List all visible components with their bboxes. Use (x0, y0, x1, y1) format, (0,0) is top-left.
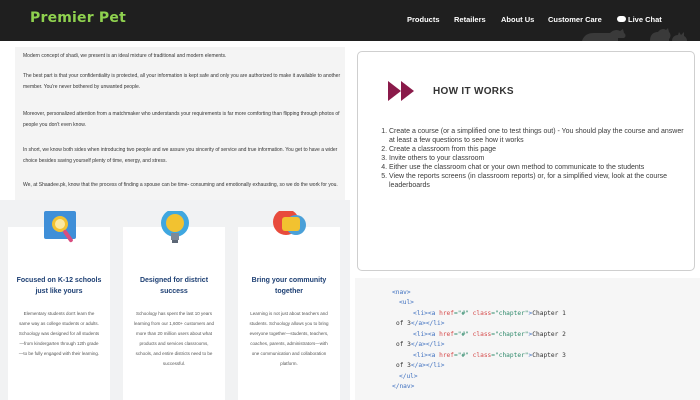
feature-title: Bring your community together (251, 277, 327, 295)
nav-products[interactable]: Products (407, 15, 440, 27)
feature-body: Learning is not just about teachers and … (249, 311, 329, 366)
code-line: <li><a href="#" class="chapter">Chapter … (413, 331, 566, 338)
article-paragraph: Moreover, personalized attention from a … (23, 111, 340, 128)
step-item: Create a course (or a simplified one to … (389, 127, 689, 145)
chat-icon (617, 16, 626, 23)
code-line: <li><a href="#" class="chapter">Chapter … (413, 310, 566, 317)
code-line: </nav> (392, 383, 415, 390)
pets-silhouette-icon (582, 28, 687, 41)
code-snippet: <nav> <ul> <li><a href="#" class="chapte… (355, 278, 700, 400)
step-item: Either use the classroom chat or your ow… (389, 163, 689, 172)
feature-card: Bring your community together Learning i… (238, 211, 340, 400)
how-it-works-title: HOW IT WORKS (433, 86, 514, 97)
magnifier-icon (44, 211, 76, 243)
how-it-works-panel: HOW IT WORKS Create a course (or a simpl… (357, 51, 695, 271)
code-line: <nav> (392, 289, 411, 296)
code-line: </ul> (399, 373, 418, 380)
feature-title: Focused on K-12 schools just like yours (16, 277, 102, 295)
lightbulb-icon (161, 211, 189, 243)
double-chevron-icon (388, 81, 414, 101)
feature-body: Elementary students don't learn the same… (18, 311, 100, 356)
step-item: Invite others to your classroom (389, 154, 689, 163)
nav-about-us[interactable]: About Us (501, 15, 534, 27)
feature-title: Designed for district success (139, 277, 209, 295)
article-paragraph: We, at Shaadee.pk, know that the process… (23, 182, 338, 188)
chat-bubbles-icon (273, 211, 306, 235)
article-paragraph: Modern concept of shadi, we present is a… (23, 53, 227, 59)
feature-card: Focused on K-12 schools just like yours … (8, 211, 110, 400)
steps-list: Create a course (or a simplified one to … (375, 127, 689, 190)
premier-pet-logo[interactable]: Premier Pet (30, 10, 126, 26)
nav-retailers[interactable]: Retailers (454, 15, 486, 27)
feature-card: Designed for district success Schoology … (123, 211, 225, 400)
site-header: Premier Pet Products Retailers About Us … (0, 0, 700, 41)
feature-body: Schoology has spent the last 10 years le… (134, 311, 214, 366)
step-item: View the reports screens (in classroom r… (389, 172, 689, 190)
code-line: <li><a href="#" class="chapter">Chapter … (413, 352, 566, 359)
code-line: <ul> (399, 299, 414, 306)
article-paragraph: The best part is that your confidentiali… (23, 73, 341, 90)
article-text-section: Modern concept of shadi, we present is a… (15, 47, 345, 202)
code-line: of 3</a></li> (396, 320, 445, 327)
live-chat-label: Live Chat (628, 15, 662, 24)
article-paragraph: In short, we know both sides when introd… (23, 147, 338, 164)
code-line: of 3</a></li> (396, 362, 445, 369)
features-section: Focused on K-12 schools just like yours … (0, 200, 350, 400)
code-line: of 3</a></li> (396, 341, 445, 348)
step-item: Create a classroom from this page (389, 145, 689, 154)
